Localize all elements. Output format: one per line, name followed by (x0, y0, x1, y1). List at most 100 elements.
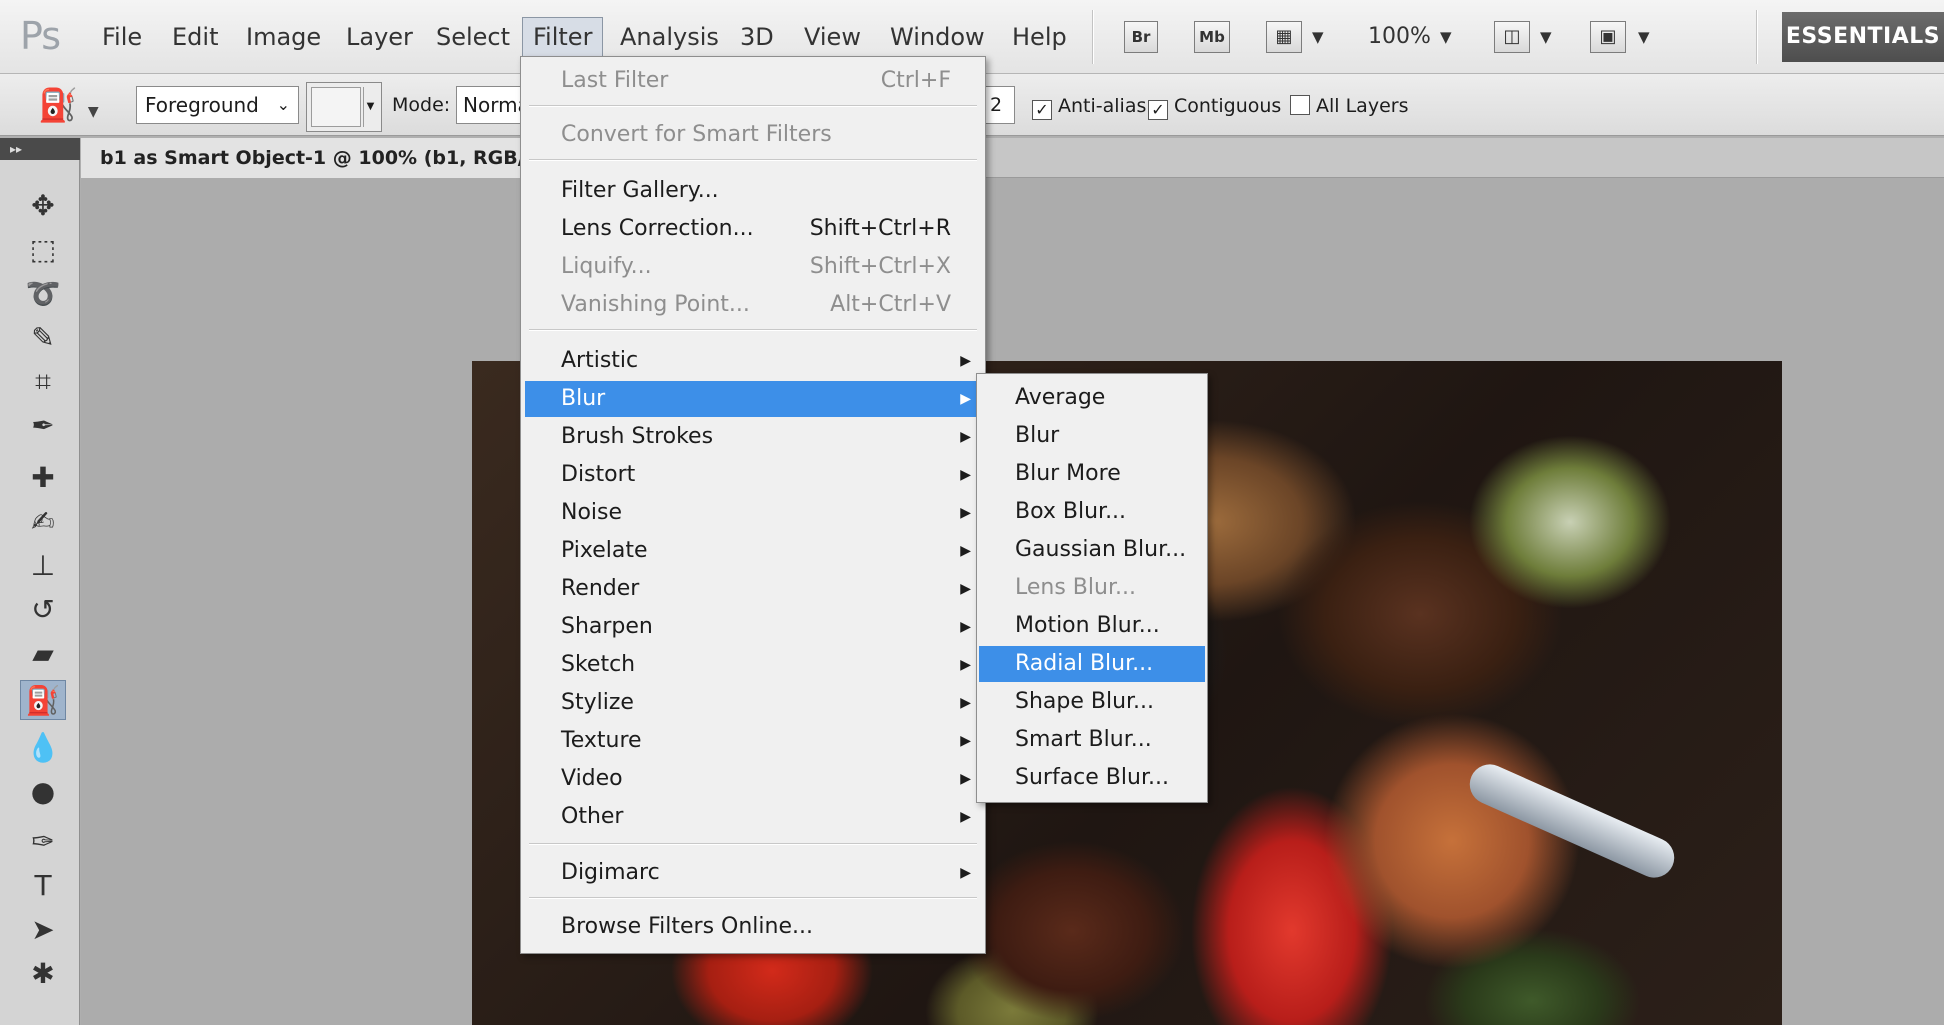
menu-item-lens-correction[interactable]: Lens Correction... Shift+Ctrl+R (525, 211, 983, 247)
menu-item-filter-gallery[interactable]: Filter Gallery... (525, 173, 983, 209)
menu-view[interactable]: View (804, 20, 861, 54)
document-tab[interactable]: b1 as Smart Object-1 @ 100% (b1, RGB/8 (81, 138, 521, 178)
last-filter-label: Last Filter (561, 68, 669, 93)
menu-item-artistic[interactable]: Artistic ▶ (525, 343, 983, 379)
chevron-down-icon[interactable]: ▼ (1312, 28, 1324, 46)
menu-item-last-filter[interactable]: Last Filter Ctrl+F (525, 63, 983, 99)
fill-source-select[interactable]: Foreground ⌄ (136, 86, 299, 124)
menu-layer[interactable]: Layer (346, 20, 413, 54)
menu-item-noise[interactable]: Noise ▶ (525, 495, 983, 531)
screen-mode-button[interactable]: ▣ (1590, 21, 1626, 53)
submenu-arrow-icon: ▶ (960, 505, 971, 521)
workspace-switcher[interactable]: ESSENTIALS (1782, 12, 1944, 62)
pen-tool-icon[interactable]: ✑ (20, 822, 66, 862)
menu-filter[interactable]: Filter (522, 17, 604, 57)
menu-item-other[interactable]: Other ▶ (525, 799, 983, 835)
submenu-item-radial-blur[interactable]: Radial Blur... (979, 646, 1205, 682)
zoom-level[interactable]: 100% (1368, 20, 1431, 54)
custom-shape-tool-icon[interactable]: ✱ (20, 954, 66, 994)
quick-selection-tool-icon[interactable]: ✎ (20, 318, 66, 358)
contiguous-checkbox[interactable]: ✓ Contiguous (1148, 91, 1281, 121)
liquify-shortcut: Shift+Ctrl+X (809, 254, 951, 279)
brush-tool-icon[interactable]: ✍ (20, 502, 66, 542)
menu-help[interactable]: Help (1012, 20, 1067, 54)
history-brush-tool-icon[interactable]: ↺ (20, 590, 66, 630)
submenu-arrow-icon: ▶ (960, 543, 971, 559)
chevron-down-icon[interactable]: ▼ (1638, 28, 1650, 46)
healing-brush-tool-icon[interactable]: ✚ (20, 458, 66, 498)
marquee-tool-icon[interactable]: ⬚ (20, 230, 66, 270)
mini-bridge-button[interactable]: Mb (1194, 21, 1230, 53)
eraser-tool-icon[interactable]: ▰ (20, 634, 66, 674)
liquify-label: Liquify... (561, 254, 652, 279)
anti-alias-checkbox[interactable]: ✓ Anti-alias (1032, 91, 1146, 121)
submenu-arrow-icon: ▶ (960, 771, 971, 787)
mode-select[interactable]: Norma (456, 86, 526, 124)
menu-item-vanishing-point[interactable]: Vanishing Point... Alt+Ctrl+V (525, 287, 983, 323)
all-layers-checkbox[interactable]: All Layers (1290, 91, 1408, 121)
menu-item-sharpen[interactable]: Sharpen ▶ (525, 609, 983, 645)
clone-stamp-tool-icon[interactable]: ⊥ (20, 546, 66, 586)
view-extras-button[interactable]: ▦ (1266, 21, 1302, 53)
dodge-tool-icon[interactable]: ● (20, 772, 66, 812)
submenu-arrow-icon: ▶ (960, 581, 971, 597)
submenu-item-smart-blur[interactable]: Smart Blur... (979, 722, 1205, 758)
menu-window[interactable]: Window (890, 20, 985, 54)
path-selection-tool-icon[interactable]: ➤ (20, 910, 66, 950)
submenu-arrow-icon: ▶ (960, 695, 971, 711)
submenu-item-motion-blur[interactable]: Motion Blur... (979, 608, 1205, 644)
menu-select[interactable]: Select (436, 20, 510, 54)
blur-tool-icon[interactable]: 💧 (20, 728, 66, 768)
chevron-down-icon[interactable]: ▼ (1440, 28, 1452, 46)
menu-item-convert-smart-filters[interactable]: Convert for Smart Filters (525, 117, 983, 153)
menu-item-video[interactable]: Video ▶ (525, 761, 983, 797)
eyedropper-tool-icon[interactable]: ✒ (20, 406, 66, 446)
anti-alias-label: Anti-alias (1058, 95, 1147, 117)
menu-item-browse-filters-online[interactable]: Browse Filters Online... (525, 909, 983, 945)
menu-item-blur[interactable]: Blur ▶ (525, 381, 983, 417)
menu-analysis[interactable]: Analysis (620, 20, 719, 54)
menu-divider (1092, 10, 1094, 64)
lasso-tool-icon[interactable]: ➰ (20, 274, 66, 314)
menu-item-brush-strokes[interactable]: Brush Strokes ▶ (525, 419, 983, 455)
chevron-down-icon[interactable]: ▼ (1540, 28, 1552, 46)
arrange-documents-button[interactable]: ◫ (1494, 21, 1530, 53)
submenu-arrow-icon: ▶ (960, 733, 971, 749)
paint-bucket-tool-icon[interactable]: ⛽ (20, 680, 66, 720)
move-tool-icon[interactable]: ✥ (20, 186, 66, 226)
all-layers-label: All Layers (1316, 95, 1409, 117)
blur-submenu: Average Blur Blur More Box Blur... Gauss… (976, 373, 1208, 803)
submenu-item-average[interactable]: Average (979, 380, 1205, 416)
menu-item-sketch[interactable]: Sketch ▶ (525, 647, 983, 683)
submenu-item-box-blur[interactable]: Box Blur... (979, 494, 1205, 530)
submenu-item-shape-blur[interactable]: Shape Blur... (979, 684, 1205, 720)
collapse-icon[interactable]: ▸▸ (0, 138, 80, 160)
empty-checkbox-icon (1290, 95, 1310, 115)
pattern-picker[interactable]: ▼ (306, 82, 382, 132)
menu-item-texture[interactable]: Texture ▶ (525, 723, 983, 759)
bridge-button[interactable]: Br (1124, 21, 1158, 53)
menu-edit[interactable]: Edit (172, 20, 218, 54)
crop-tool-icon[interactable]: ⌗ (20, 362, 66, 402)
menu-item-render[interactable]: Render ▶ (525, 571, 983, 607)
menu-item-pixelate[interactable]: Pixelate ▶ (525, 533, 983, 569)
brush-strokes-label: Brush Strokes (561, 424, 714, 449)
last-filter-shortcut: Ctrl+F (880, 68, 951, 93)
tool-preset-picker[interactable]: ⛽ ▼ (38, 84, 118, 126)
menu-item-distort[interactable]: Distort ▶ (525, 457, 983, 493)
submenu-item-lens-blur[interactable]: Lens Blur... (979, 570, 1205, 606)
menu-item-digimarc[interactable]: Digimarc ▶ (525, 855, 983, 891)
submenu-item-blur[interactable]: Blur (979, 418, 1205, 454)
photoshop-logo: Ps (20, 14, 61, 58)
menu-item-liquify[interactable]: Liquify... Shift+Ctrl+X (525, 249, 983, 285)
menu-file[interactable]: File (102, 20, 142, 54)
menu-image[interactable]: Image (246, 20, 321, 54)
menu-item-stylize[interactable]: Stylize ▶ (525, 685, 983, 721)
submenu-item-surface-blur[interactable]: Surface Blur... (979, 760, 1205, 796)
submenu-item-gaussian-blur[interactable]: Gaussian Blur... (979, 532, 1205, 568)
screen-mode-icon: ▣ (1599, 26, 1617, 47)
menu-separator (529, 843, 977, 845)
type-tool-icon[interactable]: T (20, 866, 66, 906)
submenu-item-blur-more[interactable]: Blur More (979, 456, 1205, 492)
menu-3d[interactable]: 3D (740, 20, 774, 54)
